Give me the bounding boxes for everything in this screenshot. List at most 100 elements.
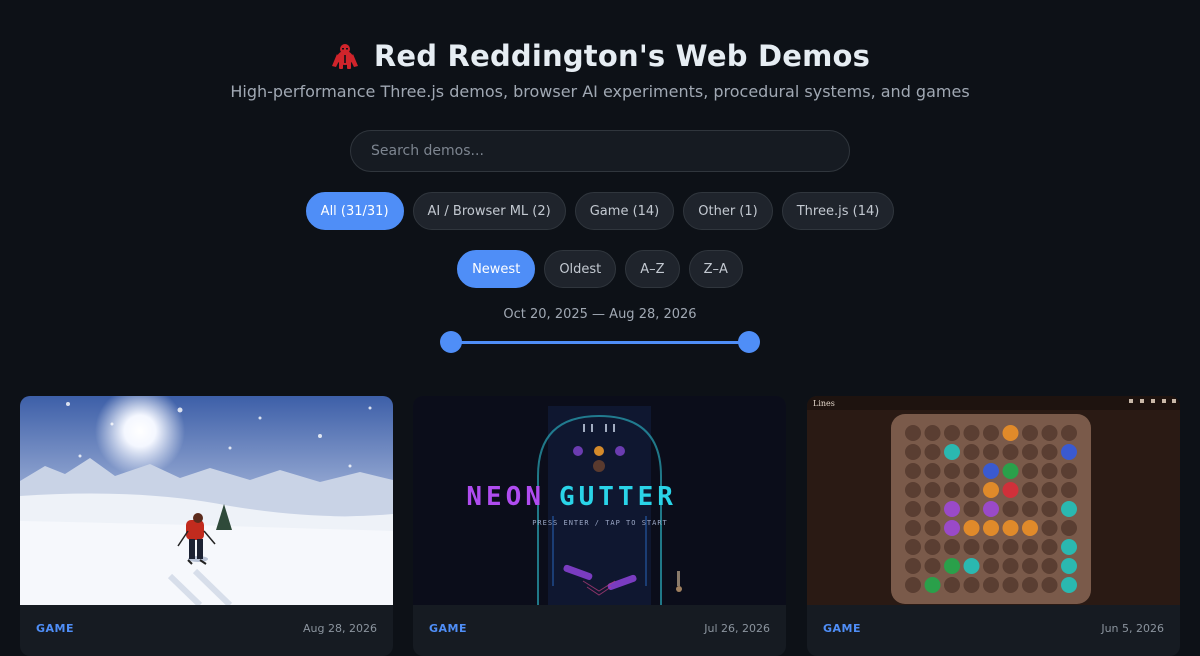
board-cell: [924, 425, 941, 441]
page-title-text: Red Reddington's Web Demos: [373, 39, 871, 73]
lines-thumbnail: Lines: [807, 396, 1180, 605]
board-cell: [944, 539, 960, 555]
board-cell: [1041, 577, 1058, 593]
card-date: Jun 5, 2026: [1101, 622, 1164, 635]
board-cell: [905, 425, 921, 441]
marble: [1002, 482, 1019, 498]
board-cell: [1022, 463, 1038, 479]
sort-a-z[interactable]: A–Z: [625, 250, 680, 288]
board-cell: [944, 463, 960, 479]
marble: [1061, 444, 1077, 460]
board-cell: [924, 520, 941, 536]
marble: [944, 558, 960, 574]
filter-threejs[interactable]: Three.js (14): [781, 192, 895, 230]
lines-game-title: Lines: [813, 399, 835, 408]
card-meta: GAME Jul 26, 2026: [413, 605, 786, 655]
board-cell: [1002, 444, 1019, 460]
board-cell: [1041, 482, 1058, 498]
slider-end-handle[interactable]: [738, 331, 760, 353]
demo-card-ski[interactable]: GAME Aug 28, 2026: [20, 396, 393, 656]
board-cell: [1022, 501, 1038, 517]
board-cell: [963, 501, 980, 517]
board-cell: [1002, 539, 1019, 555]
board-cell: [1022, 577, 1038, 593]
page-subtitle: High-performance Three.js demos, browser…: [230, 82, 970, 101]
board-cell: [963, 577, 980, 593]
demo-card-lines[interactable]: Lines GAME Jun 5, 2026: [807, 396, 1180, 656]
marble: [1061, 501, 1077, 517]
sort-oldest[interactable]: Oldest: [544, 250, 617, 288]
card-date: Jul 26, 2026: [704, 622, 770, 635]
demo-card-neon-gutter[interactable]: NEON GUTTER PRESS ENTER / TAP TO START G…: [413, 396, 786, 656]
marble: [983, 482, 999, 498]
marble: [963, 520, 980, 536]
board-cell: [905, 463, 921, 479]
neon-gutter-thumbnail: NEON GUTTER PRESS ENTER / TAP TO START: [413, 396, 786, 605]
filter-game[interactable]: Game (14): [574, 192, 675, 230]
board-cell: [905, 520, 921, 536]
board-cell: [924, 558, 941, 574]
board-cell: [905, 558, 921, 574]
marble: [944, 444, 960, 460]
board-cell: [905, 577, 921, 593]
marble: [983, 463, 999, 479]
board-cell: [924, 444, 941, 460]
board-cell: [905, 444, 921, 460]
marble: [1061, 577, 1077, 593]
marble: [944, 520, 960, 536]
neon-title-word-1: NEON: [466, 482, 545, 512]
gorilla-icon: [331, 44, 358, 69]
page-title: Red Reddington's Web Demos: [0, 36, 1200, 76]
ski-thumbnail: [20, 396, 393, 605]
marble: [1022, 520, 1038, 536]
slider-start-handle[interactable]: [440, 331, 462, 353]
board-cell: [1022, 558, 1038, 574]
board-cell: [1022, 425, 1038, 441]
board-cell: [963, 463, 980, 479]
marble: [983, 501, 999, 517]
board-cell: [1061, 463, 1077, 479]
board-cell: [1041, 444, 1058, 460]
card-meta: GAME Jun 5, 2026: [807, 605, 1180, 655]
board-cell: [1041, 558, 1058, 574]
board-cell: [983, 539, 999, 555]
board-cell: [963, 482, 980, 498]
filter-ai-browser-ml[interactable]: AI / Browser ML (2): [412, 192, 566, 230]
board-cell: [1002, 558, 1019, 574]
sort-z-a[interactable]: Z–A: [688, 250, 743, 288]
board-cell: [1022, 444, 1038, 460]
marble: [1002, 425, 1019, 441]
board-cell: [1041, 501, 1058, 517]
sort-newest[interactable]: Newest: [457, 250, 536, 288]
card-category: GAME: [429, 622, 468, 635]
neon-caption: PRESS ENTER / TAP TO START: [532, 519, 668, 527]
slider-track: [451, 341, 749, 344]
search-input[interactable]: [350, 130, 850, 172]
board-cell: [983, 577, 999, 593]
board-cell: [1041, 463, 1058, 479]
board-cell: [983, 558, 999, 574]
board-cell: [963, 444, 980, 460]
neon-title-word-2: GUTTER: [559, 482, 677, 512]
board-cell: [905, 539, 921, 555]
board-cell: [924, 501, 941, 517]
board-cell: [1061, 482, 1077, 498]
board-cell: [963, 425, 980, 441]
marble: [1002, 520, 1019, 536]
board-cell: [944, 482, 960, 498]
date-range-slider[interactable]: [440, 331, 760, 353]
board-cell: [1061, 520, 1077, 536]
board-cell: [1022, 539, 1038, 555]
filter-other[interactable]: Other (1): [683, 192, 773, 230]
marble: [1061, 558, 1077, 574]
board-cell: [924, 463, 941, 479]
board-cell: [924, 539, 941, 555]
board-cell: [963, 539, 980, 555]
board-cell: [905, 501, 921, 517]
filter-all[interactable]: All (31/31): [305, 192, 404, 230]
date-range-label: Oct 20, 2025 — Aug 28, 2026: [503, 307, 697, 322]
board-cell: [1041, 520, 1058, 536]
board-cell: [944, 577, 960, 593]
marble: [963, 558, 980, 574]
marble: [1002, 463, 1019, 479]
